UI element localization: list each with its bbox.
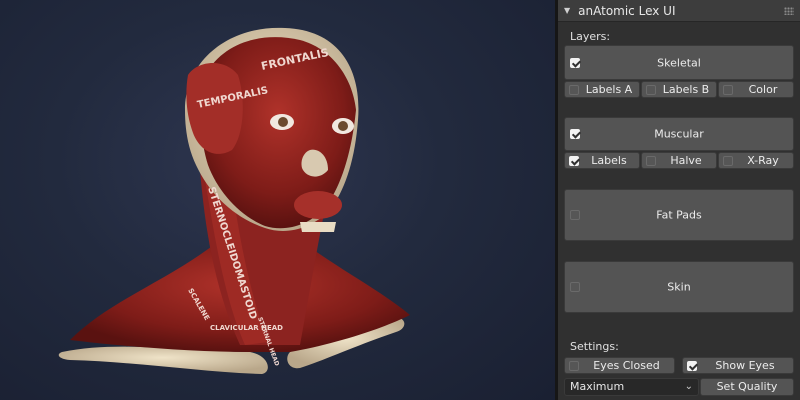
labels-a-label: Labels A [585,83,633,96]
muscular-toggle[interactable]: Muscular [564,117,794,151]
muscular-options: Labels Halve X-Ray [564,152,794,169]
halve-label: Halve [670,154,702,167]
labels-label: Labels [591,154,627,167]
skeletal-label: Skeletal [657,56,701,69]
labels-a-checkbox[interactable] [569,85,579,95]
left-iris [278,117,288,127]
panel-title: anAtomic Lex UI [578,3,676,18]
skin-toggle[interactable]: Skin [564,261,794,313]
eyes-closed-label: Eyes Closed [593,359,660,372]
skin-label: Skin [667,280,691,294]
anatomy-model: FRONTALIS TEMPORALIS STERNOCLEIDOMASTOID… [58,27,410,374]
orbicularis-oris [294,191,342,219]
eyes-closed-toggle[interactable]: Eyes Closed [564,357,675,374]
show-eyes-label: Show Eyes [715,359,775,372]
quality-select[interactable]: Maximum ⌄ [564,378,699,396]
skeletal-options: Labels A Labels B Color [564,81,794,98]
drag-grip-icon[interactable] [784,7,794,15]
teeth [300,222,336,232]
layers-label: Layers: [570,30,611,43]
settings-label: Settings: [570,340,619,353]
show-eyes-toggle[interactable]: Show Eyes [682,357,794,374]
xray-checkbox[interactable] [723,156,733,166]
color-toggle[interactable]: Color [718,81,794,98]
color-checkbox[interactable] [723,85,733,95]
halve-toggle[interactable]: Halve [641,152,717,169]
xray-toggle[interactable]: X-Ray [718,152,794,169]
quality-select-value: Maximum [570,380,625,393]
muscular-label: Muscular [654,127,704,141]
xray-label: X-Ray [747,154,779,167]
labels-b-toggle[interactable]: Labels B [641,81,717,98]
eyes-closed-checkbox[interactable] [569,361,579,371]
3d-viewport[interactable]: FRONTALIS TEMPORALIS STERNOCLEIDOMASTOID… [0,0,555,400]
clavicular-head-label: CLAVICULAR HEAD [210,324,283,332]
fat-pads-label: Fat Pads [656,208,702,222]
skeletal-toggle[interactable]: Skeletal [564,45,794,80]
set-quality-button[interactable]: Set Quality [700,378,794,396]
panel-header[interactable]: ▼ anAtomic Lex UI [558,0,800,22]
labels-checkbox[interactable] [569,156,579,166]
right-iris [338,121,348,131]
ui-panel: ▼ anAtomic Lex UI Layers: Skeletal Label… [558,0,800,400]
show-eyes-checkbox[interactable] [687,361,697,371]
color-label: Color [748,83,778,96]
labels-b-checkbox[interactable] [646,85,656,95]
labels-toggle[interactable]: Labels [564,152,640,169]
chevron-down-icon: ⌄ [684,381,693,392]
halve-checkbox[interactable] [646,156,656,166]
fat-pads-toggle[interactable]: Fat Pads [564,189,794,241]
labels-a-toggle[interactable]: Labels A [564,81,640,98]
labels-b-label: Labels B [662,83,710,96]
collapse-triangle-icon[interactable]: ▼ [564,6,570,15]
